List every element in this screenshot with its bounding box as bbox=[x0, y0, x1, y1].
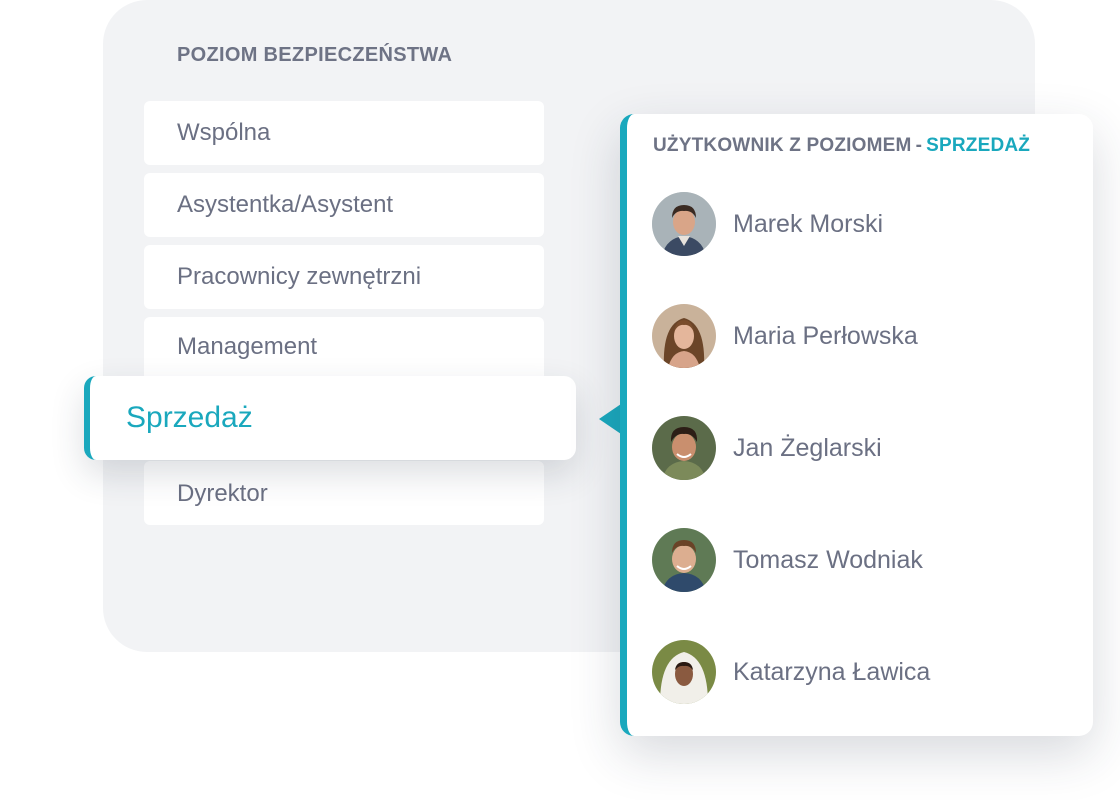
user-avatar bbox=[652, 304, 716, 368]
level-item-management[interactable]: Management bbox=[144, 317, 544, 381]
security-levels-heading: POZIOM BEZPIECZEŃSTWA bbox=[177, 44, 453, 66]
level-item-label: Asystentka/Asystent bbox=[177, 191, 394, 218]
users-heading-prefix: UŻYTKOWNIK Z POZIOMEM bbox=[653, 135, 912, 156]
user-name: Marek Morski bbox=[733, 209, 884, 238]
users-card-heading: UŻYTKOWNIK Z POZIOMEM - SPRZEDAŻ bbox=[653, 135, 1030, 157]
user-avatar bbox=[652, 192, 716, 256]
user-name: Katarzyna Ławica bbox=[733, 657, 931, 686]
user-avatar bbox=[652, 416, 716, 480]
stage: POZIOM BEZPIECZEŃSTWA Wspólna Asystentka… bbox=[0, 0, 1120, 800]
user-name: Tomasz Wodniak bbox=[733, 545, 923, 574]
user-avatar bbox=[652, 528, 716, 592]
level-item-label: Wspólna bbox=[177, 119, 271, 146]
user-row-maria-perlowska[interactable]: Maria Perłowska bbox=[652, 303, 1072, 369]
user-row-katarzyna-lawica[interactable]: Katarzyna Ławica bbox=[652, 639, 1072, 705]
level-item-sprzedaz-selected[interactable]: Sprzedaż bbox=[84, 376, 576, 460]
level-item-label: Pracownicy zewnętrzni bbox=[177, 263, 422, 290]
level-item-asystent[interactable]: Asystentka/Asystent bbox=[144, 173, 544, 237]
user-row-jan-zeglarski[interactable]: Jan Żeglarski bbox=[652, 415, 1072, 481]
level-item-label: Management bbox=[177, 333, 318, 360]
level-item-dyrektor[interactable]: Dyrektor bbox=[144, 461, 544, 525]
level-item-pracownicy-zewnetrzni[interactable]: Pracownicy zewnętrzni bbox=[144, 245, 544, 309]
user-name: Maria Perłowska bbox=[733, 321, 918, 350]
user-avatar bbox=[652, 640, 716, 704]
selection-pointer-arrow bbox=[599, 404, 621, 434]
level-item-label: Dyrektor bbox=[177, 480, 268, 507]
user-row-marek-morski[interactable]: Marek Morski bbox=[652, 191, 1072, 257]
users-heading-level: SPRZEDAŻ bbox=[926, 135, 1031, 156]
user-row-tomasz-wodniak[interactable]: Tomasz Wodniak bbox=[652, 527, 1072, 593]
users-heading-separator: - bbox=[915, 135, 923, 156]
level-item-wspolna[interactable]: Wspólna bbox=[144, 101, 544, 165]
user-name: Jan Żeglarski bbox=[733, 433, 882, 462]
users-with-level-card: UŻYTKOWNIK Z POZIOMEM - SPRZEDAŻ Marek Mor… bbox=[620, 114, 1093, 736]
level-item-label: Sprzedaż bbox=[126, 401, 253, 434]
